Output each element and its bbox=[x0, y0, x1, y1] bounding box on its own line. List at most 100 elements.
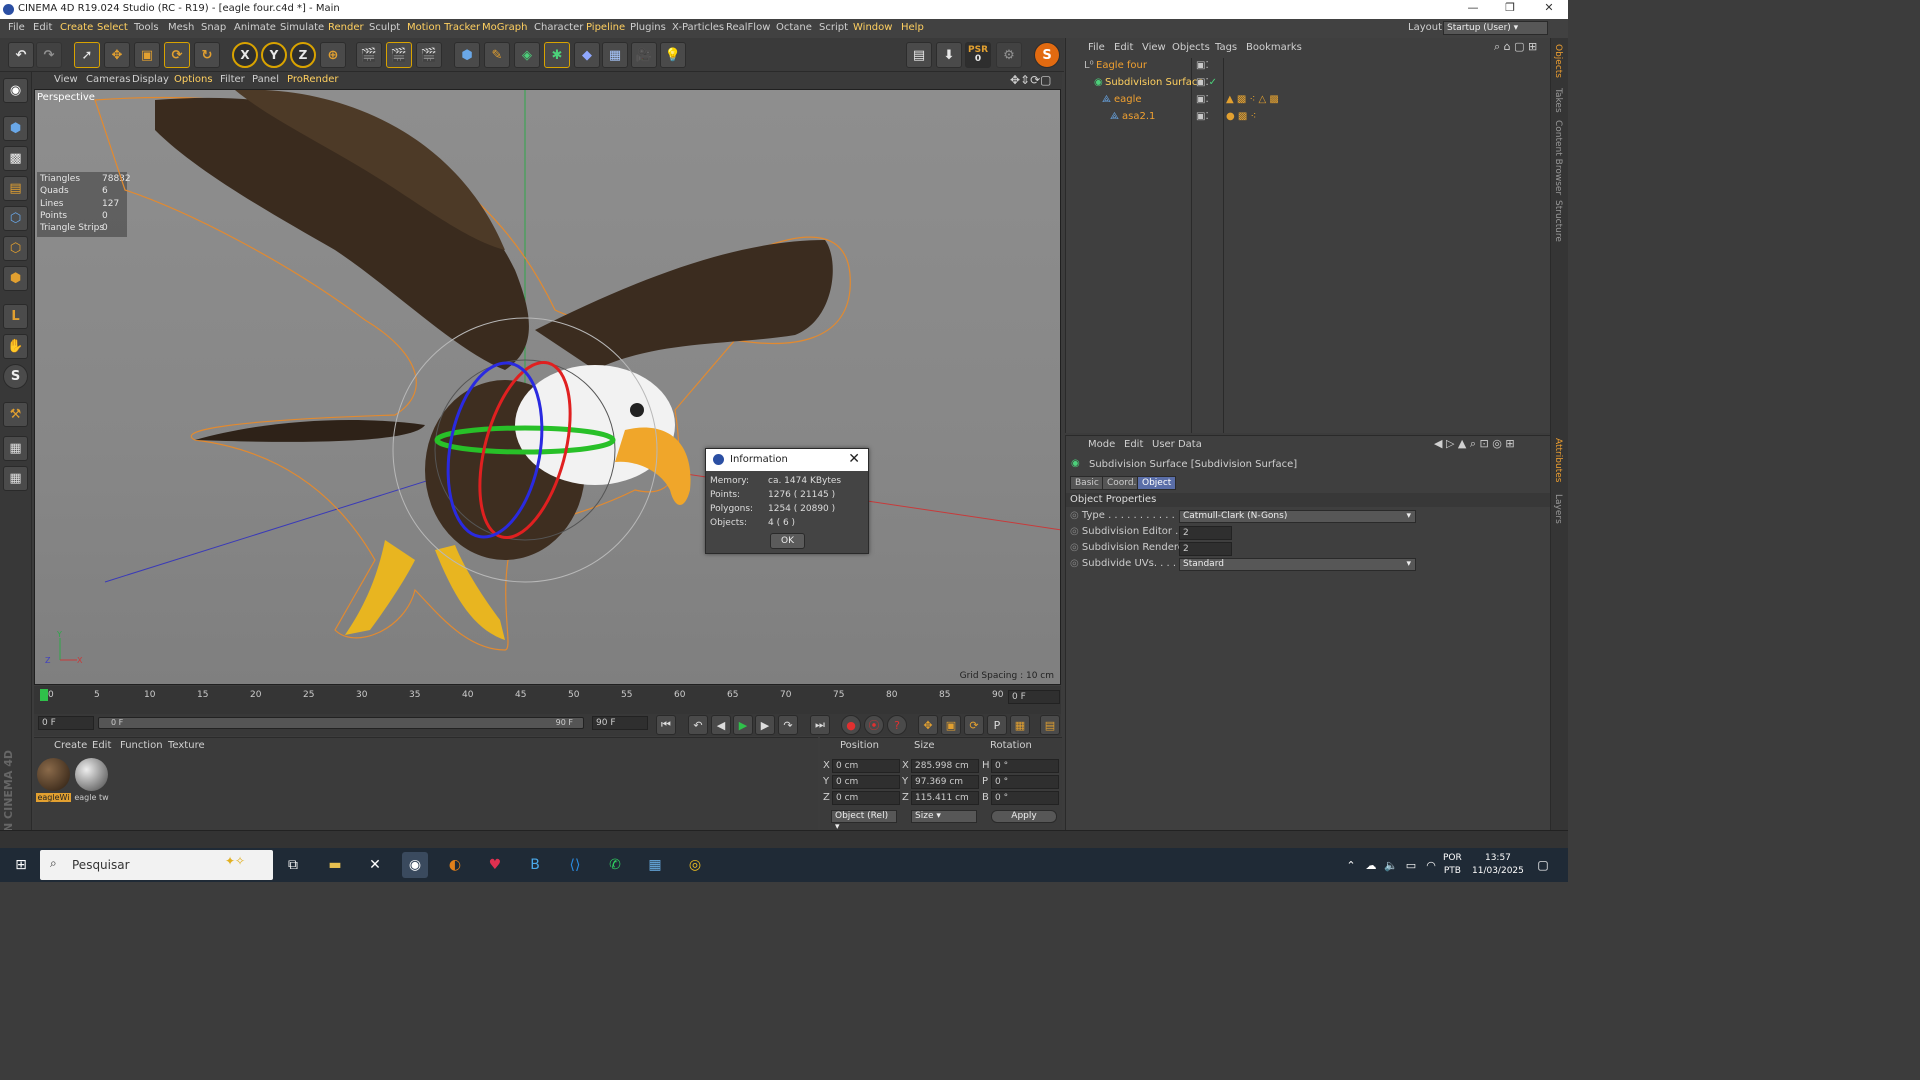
object-row-subdivision-surface[interactable]: ◉ Subdivision Surface ▣⁚✓ bbox=[1066, 77, 1551, 93]
attr-nav-icons[interactable]: ◀ ▷ ▲ ⌕ ⊡ ◎ ⊞ bbox=[1434, 437, 1515, 451]
camera-icon[interactable]: 🎥 bbox=[631, 42, 657, 68]
rotation-p-field[interactable]: 0 ° bbox=[991, 775, 1059, 789]
side-tab-objects[interactable]: Objects bbox=[1553, 44, 1563, 78]
x-axis-lock-button[interactable]: X bbox=[232, 42, 258, 68]
clock[interactable]: 13:57 11/03/2025 bbox=[1472, 852, 1524, 878]
taskbar-search[interactable]: ⌕ Pesquisar ✦✧ bbox=[40, 850, 273, 880]
object-menu-tags[interactable]: Tags bbox=[1215, 42, 1237, 53]
ok-button[interactable]: OK bbox=[770, 533, 805, 549]
calculator-icon[interactable]: ▦ bbox=[642, 852, 668, 878]
vscode-icon[interactable]: ⟨⟩ bbox=[562, 852, 588, 878]
keyframe-selection-icon[interactable]: ? bbox=[887, 715, 907, 735]
radio-icon[interactable]: ◎ bbox=[1070, 558, 1079, 569]
subdivide-uvs-dropdown[interactable]: Standard ▾ bbox=[1179, 558, 1416, 571]
make-editable-icon[interactable]: ◉ bbox=[3, 78, 28, 103]
menu-mesh[interactable]: Mesh bbox=[168, 22, 194, 33]
position-x-field[interactable]: 0 cm bbox=[832, 759, 900, 773]
perspective-viewport[interactable]: Perspective Triangles 78832 Quads 6 Lines 1… bbox=[34, 89, 1061, 685]
key-parameter-icon[interactable]: P bbox=[987, 715, 1007, 735]
render-view-icon[interactable]: 🎬 bbox=[356, 42, 382, 68]
object-menu-objects[interactable]: Objects bbox=[1172, 42, 1210, 53]
menu-file[interactable]: File bbox=[8, 22, 25, 33]
object-search-home-icons[interactable]: ⌕ ⌂ ▢ ⊞ bbox=[1494, 40, 1537, 54]
notifications-icon[interactable]: ▢ bbox=[1530, 852, 1556, 878]
recent-tool-icon[interactable]: ↻ bbox=[194, 42, 220, 68]
coordinate-mode-dropdown[interactable]: Object (Rel) ▾ bbox=[831, 810, 897, 832]
x-app-icon[interactable]: ✕ bbox=[362, 852, 388, 878]
cinema4d-taskbar-icon[interactable]: ◉ bbox=[402, 852, 428, 878]
texture-mode-icon[interactable]: ▩ bbox=[3, 146, 28, 171]
material-menu-texture[interactable]: Texture bbox=[168, 740, 205, 751]
y-axis-lock-button[interactable]: Y bbox=[261, 42, 287, 68]
viewport-menu-cameras[interactable]: Cameras bbox=[86, 74, 130, 85]
axis-mode-icon[interactable]: L bbox=[3, 304, 28, 329]
menu-window[interactable]: Window bbox=[853, 22, 892, 33]
position-z-field[interactable]: 0 cm bbox=[832, 791, 900, 805]
subdivision-surface-icon[interactable]: ◈ bbox=[514, 42, 540, 68]
object-menu-edit[interactable]: Edit bbox=[1114, 42, 1133, 53]
blender-icon[interactable]: ◐ bbox=[442, 852, 468, 878]
viewport-navigation-icons[interactable]: ✥⇕⟳▢ bbox=[1010, 73, 1052, 87]
object-tags-icons[interactable]: ● ▩ ⁖ bbox=[1226, 111, 1256, 122]
viewport-menu-view[interactable]: View bbox=[54, 74, 78, 85]
pen-spline-icon[interactable]: ✎ bbox=[484, 42, 510, 68]
record-keys-icon[interactable]: ● bbox=[841, 715, 861, 735]
menu-mograph[interactable]: MoGraph bbox=[482, 22, 527, 33]
menu-help[interactable]: Help bbox=[901, 22, 924, 33]
scale-icon[interactable]: ▣ bbox=[134, 42, 160, 68]
previous-frame-icon[interactable]: ◀ bbox=[711, 715, 731, 735]
side-tab-structure[interactable]: Structure bbox=[1553, 200, 1563, 242]
coordinate-system-icon[interactable]: ⊕ bbox=[320, 42, 346, 68]
menu-simulate[interactable]: Simulate bbox=[280, 22, 324, 33]
visibility-toggle-icon[interactable]: ▣⁚ bbox=[1196, 94, 1209, 105]
radio-icon[interactable]: ◎ bbox=[1070, 510, 1079, 521]
workplane-lock-icon[interactable]: ▦ bbox=[3, 436, 28, 461]
next-frame-icon[interactable]: ▶ bbox=[755, 715, 775, 735]
substance-s-icon[interactable]: S bbox=[1034, 42, 1060, 68]
apply-button[interactable]: Apply bbox=[991, 810, 1057, 823]
menu-animate[interactable]: Animate bbox=[234, 22, 276, 33]
cube-primitive-icon[interactable]: ⬢ bbox=[454, 42, 480, 68]
tweak-mode-icon[interactable]: ✋ bbox=[3, 334, 28, 359]
task-view-icon[interactable]: ⧉ bbox=[280, 852, 306, 878]
close-window-button[interactable]: ✕ bbox=[1534, 1, 1564, 18]
go-to-start-icon[interactable]: ⏮ bbox=[656, 715, 676, 735]
enable-snap-icon[interactable]: ⚒ bbox=[3, 402, 28, 427]
floor-icon[interactable]: ▦ bbox=[602, 42, 628, 68]
start-frame-field[interactable]: 0 F bbox=[38, 716, 94, 730]
wifi-icon[interactable]: ◠ bbox=[1418, 852, 1444, 878]
material-menu-edit[interactable]: Edit bbox=[92, 740, 111, 751]
deformer-icon[interactable]: ◆ bbox=[574, 42, 600, 68]
layout-dropdown[interactable]: Startup (User) ▾ bbox=[1443, 21, 1548, 35]
rotation-b-field[interactable]: 0 ° bbox=[991, 791, 1059, 805]
attr-menu-user-data[interactable]: User Data bbox=[1152, 439, 1202, 450]
viewport-menu-filter[interactable]: Filter bbox=[220, 74, 245, 85]
settings-gear-icon[interactable]: ⚙ bbox=[996, 42, 1022, 68]
windows-start-icon[interactable]: ⊞ bbox=[8, 852, 34, 878]
menu-motion-tracker[interactable]: Motion Tracker bbox=[407, 22, 480, 33]
solo-mode-icon[interactable]: ▦ bbox=[3, 466, 28, 491]
octane-live-viewer-icon[interactable]: ▤ bbox=[906, 42, 932, 68]
menu-select[interactable]: Select bbox=[97, 22, 128, 33]
material-swatch[interactable]: eagle tw bbox=[74, 758, 109, 804]
subdivision-renderer-field[interactable]: 2 bbox=[1179, 542, 1232, 556]
key-rotation-icon[interactable]: ⟳ bbox=[964, 715, 984, 735]
visibility-toggle-icon[interactable]: ▣⁚ bbox=[1196, 60, 1209, 71]
viewport-menu-panel[interactable]: Panel bbox=[252, 74, 279, 85]
model-mode-icon[interactable]: ⬢ bbox=[3, 116, 28, 141]
current-frame-marker[interactable] bbox=[40, 689, 48, 701]
radio-icon[interactable]: ◎ bbox=[1070, 526, 1079, 537]
radio-icon[interactable]: ◎ bbox=[1070, 542, 1079, 553]
move-icon[interactable]: ✥ bbox=[104, 42, 130, 68]
size-y-field[interactable]: 97.369 cm bbox=[911, 775, 979, 789]
side-tab-layers[interactable]: Layers bbox=[1553, 494, 1563, 524]
frame-range-slider[interactable]: 0 F 90 F bbox=[98, 717, 584, 729]
redo-icon[interactable]: ↷ bbox=[36, 42, 62, 68]
object-tags-icons[interactable]: ▲ ▩ ⁖ △ ▩ bbox=[1226, 94, 1279, 105]
side-tab-attributes[interactable]: Attributes bbox=[1553, 438, 1563, 482]
object-row-eagle-four[interactable]: L⁰ Eagle four ▣⁚ bbox=[1066, 60, 1551, 76]
material-menu-create[interactable]: Create bbox=[54, 740, 87, 751]
previous-key-icon[interactable]: ↶ bbox=[688, 715, 708, 735]
current-frame-field[interactable]: 0 F bbox=[1008, 690, 1060, 704]
live-selection-icon[interactable]: ➚ bbox=[74, 42, 100, 68]
